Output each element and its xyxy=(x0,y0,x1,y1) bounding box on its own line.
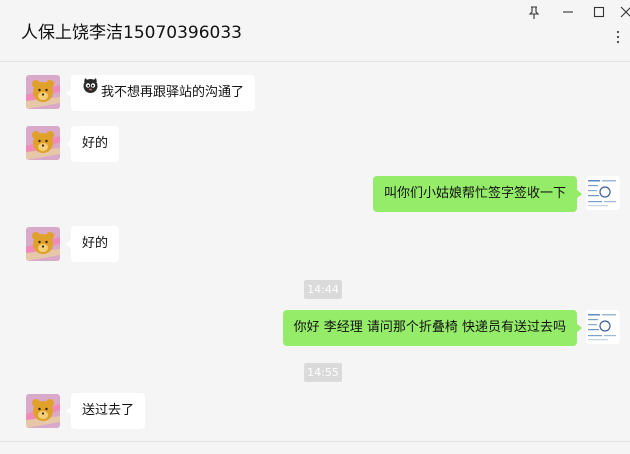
message-text: 好的 xyxy=(82,136,109,151)
message-bubble-self[interactable]: 叫你们小姑娘帮忙签字签收一下 xyxy=(372,176,583,212)
close-icon[interactable] xyxy=(616,3,630,21)
avatar[interactable] xyxy=(26,126,60,160)
minimize-icon[interactable] xyxy=(558,3,578,21)
more-dots-icon[interactable] xyxy=(610,30,626,48)
message-text: 好的 xyxy=(82,236,109,251)
message-text: 你好 李经理 请问那个折叠椅 快递员有送过去吗 xyxy=(293,320,566,335)
avatar[interactable] xyxy=(26,75,60,109)
avatar-self[interactable] xyxy=(586,310,620,344)
avatar[interactable] xyxy=(26,227,60,261)
message-text: 叫你们小姑娘帮忙签字签收一下 xyxy=(383,186,566,201)
chat-title: 人保上饶李洁15070396033 xyxy=(21,23,242,43)
maximize-icon[interactable] xyxy=(589,3,609,21)
timestamp: 14:44 xyxy=(304,280,342,299)
chat-header: 人保上饶李洁15070396033 xyxy=(0,0,630,62)
timestamp: 14:55 xyxy=(304,363,342,382)
message-text: 我不想再跟驿站的沟通了 xyxy=(101,85,245,100)
message-bubble[interactable]: 好的 xyxy=(65,126,120,162)
message-bubble[interactable]: 我不想再跟驿站的沟通了 xyxy=(65,73,256,111)
pin-icon[interactable] xyxy=(524,3,544,21)
message-bubble[interactable]: 送过去了 xyxy=(65,393,146,429)
message-bubble-self[interactable]: 你好 李经理 请问那个折叠椅 快递员有送过去吗 xyxy=(282,310,583,346)
avatar-self[interactable] xyxy=(586,176,620,210)
input-area-divider xyxy=(0,441,630,454)
cat-face-emoji xyxy=(82,73,99,109)
avatar[interactable] xyxy=(26,394,60,428)
message-bubble[interactable]: 好的 xyxy=(65,226,120,262)
message-text: 送过去了 xyxy=(82,403,135,418)
